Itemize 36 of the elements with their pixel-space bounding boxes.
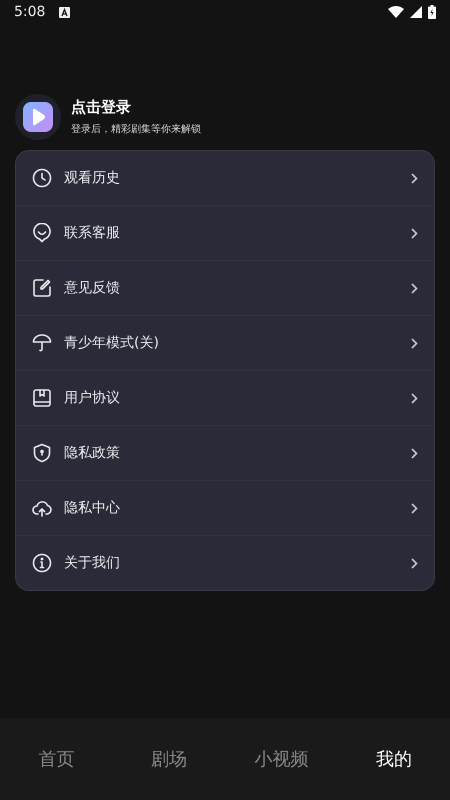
menu-item[interactable]: 意见反馈 — [16, 261, 434, 316]
chat-bubble-icon — [32, 223, 52, 243]
app-logo[interactable] — [15, 94, 61, 140]
chevron-right-icon — [411, 282, 418, 294]
nav-tab[interactable]: 小视频 — [225, 747, 338, 771]
chevron-right-icon — [411, 338, 418, 348]
login-title[interactable]: 点击登录 — [71, 98, 201, 117]
login-subtitle: 登录后，精彩剧集等你来解锁 — [71, 122, 201, 136]
clock-icon — [32, 168, 52, 188]
chevron-right-icon — [411, 558, 418, 568]
menu-item[interactable]: 隐私中心 — [16, 481, 434, 536]
chevron-right-icon — [411, 448, 418, 458]
info-icon — [32, 553, 52, 573]
chevron-right-icon — [411, 172, 418, 184]
nav-tab[interactable]: 我的 — [338, 747, 450, 771]
menu-item[interactable]: 用户协议 — [16, 371, 434, 426]
status-time: 5:08 — [14, 4, 46, 20]
menu-item[interactable]: 观看历史 — [16, 151, 434, 206]
nav-tab[interactable]: 首页 — [0, 747, 112, 771]
menu-item[interactable]: 青少年模式(关) — [16, 316, 434, 371]
menu-item[interactable]: 关于我们 — [16, 536, 434, 590]
menu-item[interactable]: 隐私政策 — [16, 426, 434, 481]
edit-icon — [32, 278, 52, 298]
nav-tab[interactable]: 剧场 — [112, 747, 225, 771]
menu-item[interactable]: 联系客服 — [16, 206, 434, 261]
umbrella-icon — [32, 333, 52, 353]
chevron-right-icon — [411, 392, 418, 404]
bookmark-icon — [32, 388, 52, 408]
chevron-right-icon — [411, 228, 418, 238]
shield-icon — [32, 443, 52, 463]
chevron-right-icon — [411, 502, 418, 514]
cloud-upload-icon — [32, 498, 52, 518]
battery-icon — [428, 5, 436, 19]
wifi-icon — [388, 6, 404, 18]
signal-icon — [410, 6, 422, 18]
notification-icon — [59, 6, 70, 18]
